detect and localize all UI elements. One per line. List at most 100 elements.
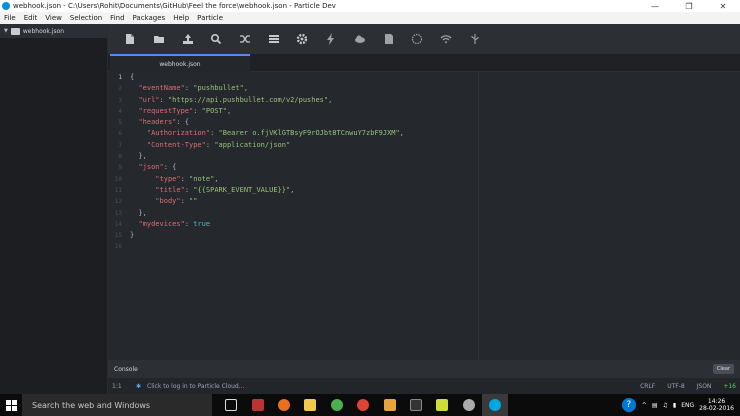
terminal-icon[interactable] [403,394,429,416]
target-icon[interactable] [403,29,432,49]
cloud-login-link[interactable]: Click to log in to Particle Cloud... [147,383,244,390]
cloud-icon[interactable] [346,29,375,49]
line-number: 13 [114,209,122,217]
file-explorer-icon[interactable] [297,394,323,416]
code-line[interactable]: "Content-Type": "application/json" [130,140,730,151]
line-number: 10 [114,175,122,183]
window-title: webhook.json - C:\Users\Rohit\Documents\… [13,2,336,10]
code-line[interactable]: "mydevices": true [130,219,730,230]
tray-chevron-icon[interactable]: ^ [642,402,647,409]
code-line[interactable]: }, [130,151,730,162]
menu-find[interactable]: Find [106,14,128,22]
git-changes-badge[interactable]: +16 [723,383,736,390]
code-line[interactable]: "title": "{{SPARK_EVENT_VALUE}}", [130,185,730,196]
code-line[interactable] [130,241,730,252]
console-panel-header: Console Clear [108,360,740,378]
console-label: Console [114,365,138,373]
code-content[interactable]: { "eventName": "pushbullet", "url": "htt… [130,72,730,253]
line-number-gutter: 1 2 3 4 5 6 7 8 9 10 11 12 13 14 15 16 [108,72,128,360]
code-line[interactable]: "url": "https://api.pushbullet.com/v2/pu… [130,95,730,106]
chrome-icon[interactable] [350,394,376,416]
folder-icon [10,27,20,35]
task-view-icon[interactable] [218,394,244,416]
line-number: 1 [118,74,122,81]
maximize-button[interactable]: ❐ [672,2,706,11]
line-number: 8 [118,153,122,161]
line-number: 16 [114,243,122,251]
clear-button[interactable]: Clear [712,364,734,374]
line-number: 12 [114,198,122,206]
app-icon-triangle[interactable] [429,394,455,416]
chevron-down-icon: ▼ [4,28,8,34]
firefox-icon[interactable] [271,394,297,416]
grammar-selector[interactable]: JSON [697,383,712,390]
upload-icon[interactable] [173,29,202,49]
code-line[interactable]: "Authorization": "Bearer o.fjVKlGTBsyF9r… [130,128,730,139]
menu-bar: File Edit View Selection Find Packages H… [0,12,740,24]
language-indicator[interactable]: ENG [681,402,694,409]
tree-root-label: webhook.json [22,27,65,35]
network-icon[interactable]: ▤ [652,402,658,409]
code-line[interactable]: "headers": { [130,117,730,128]
open-folder-icon[interactable] [145,29,174,49]
menu-particle[interactable]: Particle [193,14,227,22]
status-bar: 1:1 ✱ Click to log in to Particle Cloud.… [108,378,740,394]
shuffle-icon[interactable] [231,29,260,49]
code-line[interactable]: }, [130,208,730,219]
line-number: 2 [118,85,122,93]
flash-icon[interactable] [317,29,346,49]
menu-selection[interactable]: Selection [66,14,106,22]
line-number: 9 [118,164,122,172]
taskbar-search-input[interactable]: Search the web and Windows [22,394,212,416]
windows-taskbar: Search the web and Windows ? ^ ▤ ♫ ▮ ENG… [0,394,740,416]
menu-edit[interactable]: Edit [20,14,42,22]
windows-start-button[interactable] [0,394,22,416]
taskbar-clock[interactable]: 14:26 28-02-2016 [699,398,734,412]
app-icon-grid[interactable] [376,394,402,416]
line-ending-selector[interactable]: CRLF [640,383,655,390]
line-number: 15 [114,232,122,240]
code-line[interactable]: "json": { [130,162,730,173]
code-line[interactable]: "eventName": "pushbullet", [130,83,730,94]
volume-icon[interactable]: ♫ [662,402,667,409]
usb-icon[interactable] [460,29,489,49]
cursor-position[interactable]: 1:1 [112,383,136,390]
minimize-button[interactable]: — [638,2,672,11]
line-number: 11 [114,186,122,194]
menu-help[interactable]: Help [169,14,193,22]
code-editor[interactable]: 1 2 3 4 5 6 7 8 9 10 11 12 13 14 15 16 {… [108,72,740,360]
help-icon[interactable]: ? [621,398,636,412]
code-line[interactable]: } [130,230,730,241]
wifi-icon[interactable] [432,29,461,49]
line-number: 14 [114,220,122,228]
menu-view[interactable]: View [41,14,66,22]
list-icon[interactable] [259,29,288,49]
clock-date: 28-02-2016 [699,405,734,412]
document-icon[interactable] [374,29,403,49]
code-line[interactable]: "body": "" [130,196,730,207]
particle-app-icon [2,2,10,10]
code-line[interactable]: "type": "note", [130,174,730,185]
clock-time: 14:26 [707,398,726,405]
tree-root-folder[interactable]: ▼ webhook.json [0,24,107,38]
particle-dev-taskbar-icon[interactable] [481,394,509,416]
particle-toolbar [108,24,740,54]
tab-webhook-json[interactable]: webhook.json [110,54,250,72]
code-line[interactable]: { [130,72,730,83]
menu-packages[interactable]: Packages [129,14,170,22]
app-icon-green[interactable] [324,394,350,416]
search-icon[interactable] [202,29,231,49]
gear-icon[interactable] [288,29,317,49]
app-icon-paint[interactable] [456,394,482,416]
code-line[interactable]: "requestType": "POST", [130,106,730,117]
tree-view: ▼ webhook.json [0,24,108,394]
close-button[interactable]: ✕ [706,2,740,11]
line-number: 7 [118,141,122,149]
new-file-icon[interactable] [116,29,145,49]
battery-icon[interactable]: ▮ [673,402,676,409]
menu-file[interactable]: File [0,14,20,22]
line-number: 3 [118,96,122,104]
encoding-selector[interactable]: UTF-8 [667,383,685,390]
snipping-tool-icon[interactable] [244,394,270,416]
window-titlebar: webhook.json - C:\Users\Rohit\Documents\… [0,0,740,12]
